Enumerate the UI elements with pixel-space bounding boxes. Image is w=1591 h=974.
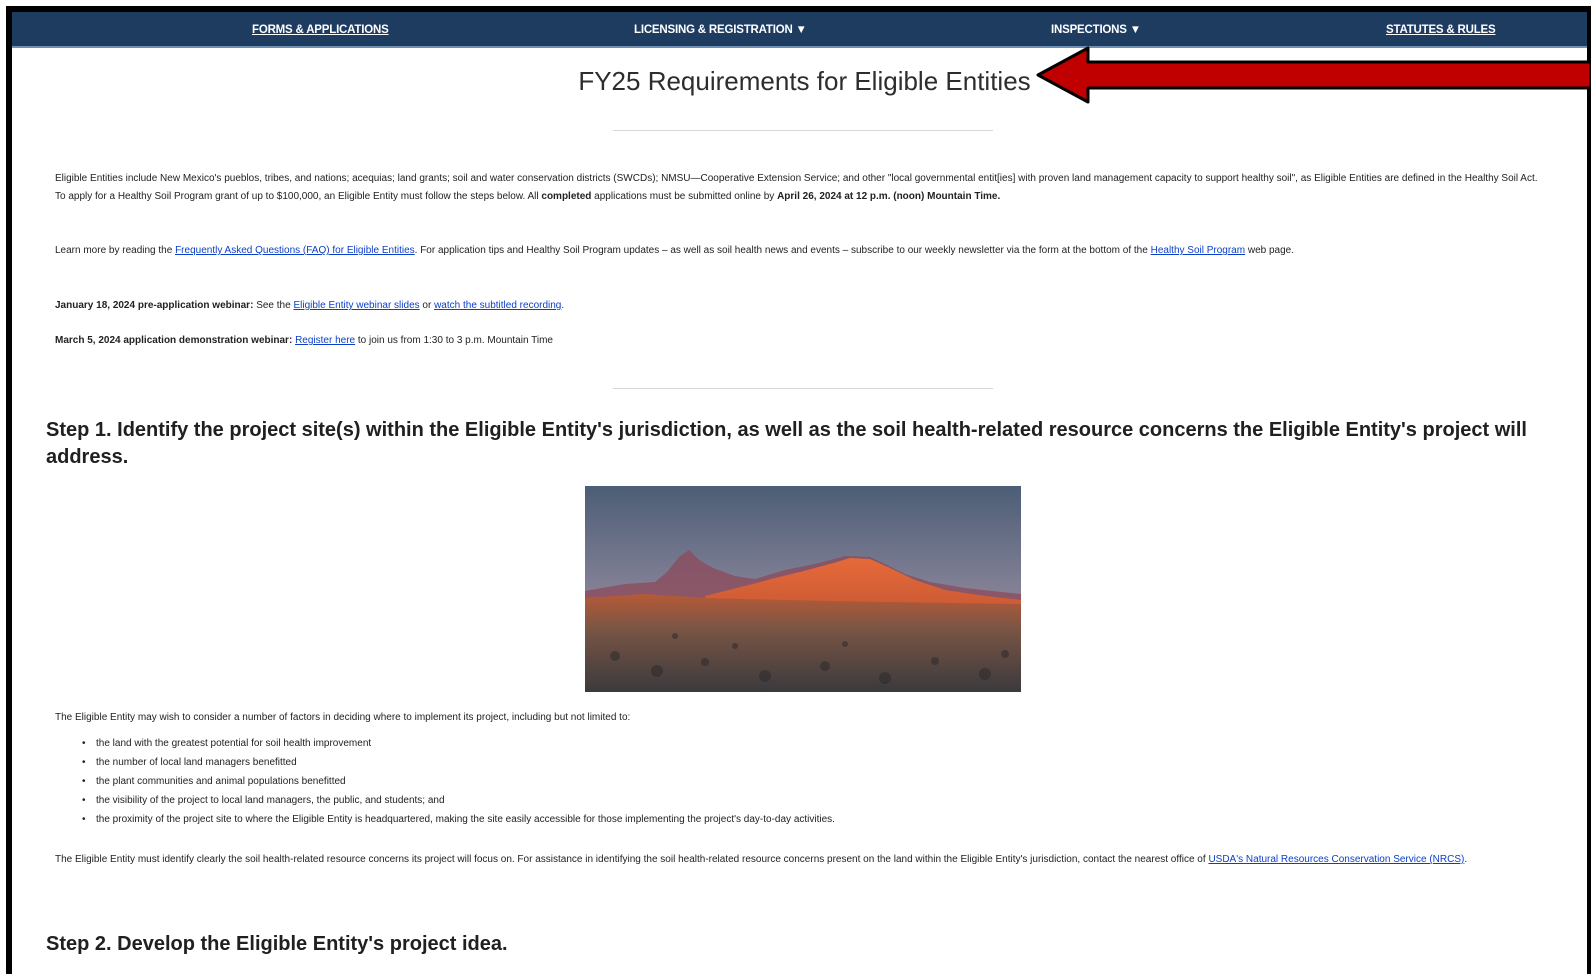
webinar-slides-link[interactable]: Eligible Entity webinar slides xyxy=(293,300,419,311)
webinar-recording-link[interactable]: watch the subtitled recording xyxy=(434,300,561,311)
list-item: the land with the greatest potential for… xyxy=(82,734,835,753)
list-item: the proximity of the project site to whe… xyxy=(82,810,835,829)
list-item: the number of local land managers benefi… xyxy=(82,753,835,772)
register-here-link[interactable]: Register here xyxy=(295,335,355,346)
section-divider xyxy=(613,130,993,131)
faq-paragraph: Learn more by reading the Frequently Ask… xyxy=(55,245,1295,256)
intro-paragraph: Eligible Entities include New Mexico's p… xyxy=(55,173,1538,202)
webinar-january-paragraph: January 18, 2024 pre-application webinar… xyxy=(55,300,565,311)
annotation-arrow-icon xyxy=(1036,46,1591,104)
resource-concerns-paragraph: The Eligible Entity must identify clearl… xyxy=(55,854,1468,865)
nav-forms-applications[interactable]: FORMS & APPLICATIONS xyxy=(252,12,389,48)
nav-licensing-registration[interactable]: LICENSING & REGISTRATION ▼ xyxy=(634,12,807,48)
healthy-soil-program-link[interactable]: Healthy Soil Program xyxy=(1151,245,1245,256)
step1-heading: Step 1. Identify the project site(s) wit… xyxy=(46,419,1527,468)
factors-intro: The Eligible Entity may wish to consider… xyxy=(55,712,631,723)
list-item: the plant communities and animal populat… xyxy=(82,772,835,791)
factors-list: the land with the greatest potential for… xyxy=(82,734,835,829)
nrcs-link[interactable]: USDA's Natural Resources Conservation Se… xyxy=(1208,854,1464,865)
step2-heading: Step 2. Develop the Eligible Entity's pr… xyxy=(46,933,508,955)
webinar-march-paragraph: March 5, 2024 application demonstration … xyxy=(55,335,553,346)
section-divider xyxy=(613,388,993,389)
desert-mountain-landscape-image xyxy=(585,486,1021,692)
list-item: the visibility of the project to local l… xyxy=(82,791,835,810)
faq-link[interactable]: Frequently Asked Questions (FAQ) for Eli… xyxy=(175,245,415,256)
browser-page: FORMS & APPLICATIONS LICENSING & REGISTR… xyxy=(6,6,1591,974)
